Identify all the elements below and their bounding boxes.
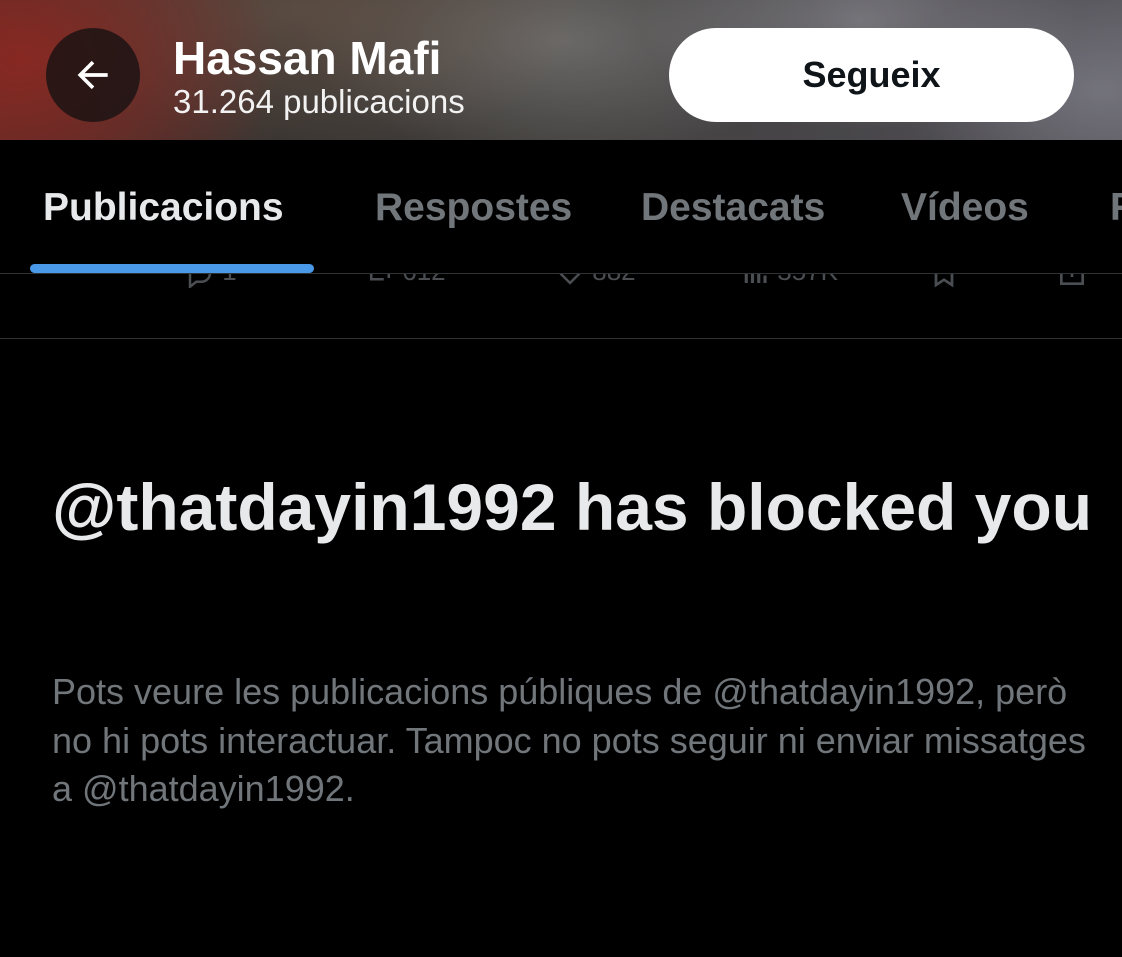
repost-action[interactable]: 612: [365, 274, 446, 286]
reply-icon: [188, 274, 212, 290]
heart-icon: [559, 274, 581, 285]
tab-destacats[interactable]: Destacats: [641, 184, 825, 232]
back-button[interactable]: [46, 28, 140, 122]
view-count: 357K: [777, 274, 838, 286]
share-icon: [1060, 274, 1084, 286]
like-count: 882: [592, 274, 635, 286]
post-count: 31.264 publicacions: [173, 83, 465, 120]
tab-publicacions[interactable]: Publicacions: [43, 184, 284, 232]
reply-action[interactable]: 1: [185, 274, 237, 290]
blocked-description: Pots veure les publicacions públiques de…: [52, 671, 1086, 809]
tab-partial[interactable]: F: [1110, 184, 1122, 232]
follow-button[interactable]: Segueix: [669, 28, 1074, 122]
tab-videos[interactable]: Vídeos: [901, 184, 1029, 232]
like-action[interactable]: 882: [555, 274, 636, 286]
arrow-left-icon: [77, 60, 108, 90]
blocked-title: @thatdayin1992 has blocked you: [52, 470, 1093, 544]
active-tab-indicator: [30, 264, 314, 273]
analytics-icon: [744, 274, 767, 284]
bookmark-icon: [934, 274, 954, 288]
views-action[interactable]: 357K: [740, 274, 838, 286]
repost-icon: [370, 274, 390, 281]
post-action-row: 1 612 882 357K: [0, 274, 1122, 339]
reply-count: 1: [222, 274, 236, 286]
profile-name: Hassan Mafi: [173, 32, 442, 84]
profile-tabs: Publicacions Respostes Destacats Vídeos …: [0, 140, 1122, 274]
repost-count: 612: [402, 274, 445, 286]
profile-header: Hassan Mafi 31.264 publicacions Segueix: [0, 0, 1122, 140]
tab-respostes[interactable]: Respostes: [375, 184, 572, 232]
bookmark-action[interactable]: [928, 274, 960, 288]
share-action[interactable]: [1056, 274, 1088, 286]
